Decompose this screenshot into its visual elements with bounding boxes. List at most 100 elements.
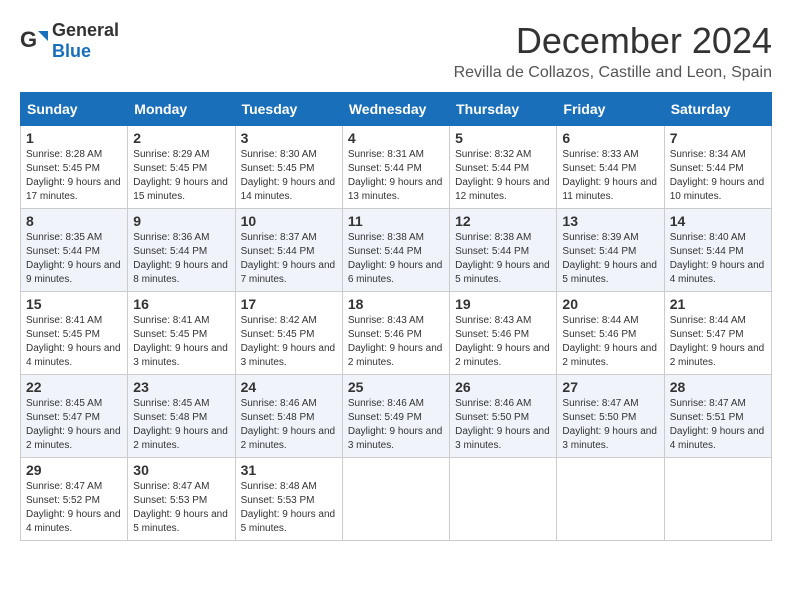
day-info: Sunrise: 8:33 AMSunset: 5:44 PMDaylight:… [562, 149, 657, 202]
calendar-cell: 14 Sunrise: 8:40 AMSunset: 5:44 PMDayligh… [664, 209, 771, 292]
day-number: 6 [562, 130, 658, 146]
logo-icon: G [20, 27, 48, 55]
day-info: Sunrise: 8:37 AMSunset: 5:44 PMDaylight:… [241, 232, 336, 285]
day-info: Sunrise: 8:34 AMSunset: 5:44 PMDaylight:… [670, 149, 765, 202]
calendar-week-row: 8 Sunrise: 8:35 AMSunset: 5:44 PMDaylight… [21, 209, 772, 292]
calendar-table: SundayMondayTuesdayWednesdayThursdayFrid… [20, 92, 772, 541]
calendar-cell: 15 Sunrise: 8:41 AMSunset: 5:45 PMDayligh… [21, 292, 128, 375]
calendar-cell: 26 Sunrise: 8:46 AMSunset: 5:50 PMDayligh… [450, 375, 557, 458]
calendar-cell [557, 458, 664, 541]
calendar-cell: 7Sunrise: 8:34 AMSunset: 5:44 PMDaylight… [664, 126, 771, 209]
day-info: Sunrise: 8:41 AMSunset: 5:45 PMDaylight:… [26, 315, 121, 368]
header-thursday: Thursday [450, 93, 557, 126]
day-info: Sunrise: 8:45 AMSunset: 5:47 PMDaylight:… [26, 398, 121, 451]
day-info: Sunrise: 8:32 AMSunset: 5:44 PMDaylight:… [455, 149, 550, 202]
day-number: 14 [670, 213, 766, 229]
day-number: 30 [133, 462, 229, 478]
day-number: 24 [241, 379, 337, 395]
calendar-cell: 8 Sunrise: 8:35 AMSunset: 5:44 PMDaylight… [21, 209, 128, 292]
day-info: Sunrise: 8:31 AMSunset: 5:44 PMDaylight:… [348, 149, 443, 202]
day-number: 11 [348, 213, 444, 229]
day-info: Sunrise: 8:36 AMSunset: 5:44 PMDaylight:… [133, 232, 228, 285]
day-info: Sunrise: 8:30 AMSunset: 5:45 PMDaylight:… [241, 149, 336, 202]
calendar-cell: 9 Sunrise: 8:36 AMSunset: 5:44 PMDaylight… [128, 209, 235, 292]
day-number: 19 [455, 296, 551, 312]
calendar-cell: 10 Sunrise: 8:37 AMSunset: 5:44 PMDayligh… [235, 209, 342, 292]
day-info: Sunrise: 8:45 AMSunset: 5:48 PMDaylight:… [133, 398, 228, 451]
day-info: Sunrise: 8:28 AMSunset: 5:45 PMDaylight:… [26, 149, 121, 202]
day-number: 18 [348, 296, 444, 312]
logo: G General Blue [20, 20, 119, 62]
calendar-cell: 21 Sunrise: 8:44 AMSunset: 5:47 PMDayligh… [664, 292, 771, 375]
day-number: 17 [241, 296, 337, 312]
header-sunday: Sunday [21, 93, 128, 126]
header-tuesday: Tuesday [235, 93, 342, 126]
header: G General Blue December 2024 Revilla de … [20, 20, 772, 82]
day-info: Sunrise: 8:46 AMSunset: 5:49 PMDaylight:… [348, 398, 443, 451]
calendar-cell: 22 Sunrise: 8:45 AMSunset: 5:47 PMDayligh… [21, 375, 128, 458]
calendar-cell [450, 458, 557, 541]
day-info: Sunrise: 8:38 AMSunset: 5:44 PMDaylight:… [348, 232, 443, 285]
calendar-cell: 13Sunrise: 8:39 AMSunset: 5:44 PMDayligh… [557, 209, 664, 292]
calendar-cell [664, 458, 771, 541]
day-number: 2 [133, 130, 229, 146]
day-info: Sunrise: 8:43 AMSunset: 5:46 PMDaylight:… [455, 315, 550, 368]
calendar-cell: 4 Sunrise: 8:31 AMSunset: 5:44 PMDaylight… [342, 126, 449, 209]
calendar-cell [342, 458, 449, 541]
day-info: Sunrise: 8:43 AMSunset: 5:46 PMDaylight:… [348, 315, 443, 368]
day-info: Sunrise: 8:44 AMSunset: 5:47 PMDaylight:… [670, 315, 765, 368]
day-info: Sunrise: 8:41 AMSunset: 5:45 PMDaylight:… [133, 315, 228, 368]
day-number: 25 [348, 379, 444, 395]
day-number: 13 [562, 213, 658, 229]
day-number: 27 [562, 379, 658, 395]
day-number: 29 [26, 462, 122, 478]
logo-wordmark: General Blue [52, 20, 119, 62]
day-number: 1 [26, 130, 122, 146]
day-number: 5 [455, 130, 551, 146]
day-info: Sunrise: 8:47 AMSunset: 5:53 PMDaylight:… [133, 481, 228, 534]
calendar-cell: 19 Sunrise: 8:43 AMSunset: 5:46 PMDayligh… [450, 292, 557, 375]
header-saturday: Saturday [664, 93, 771, 126]
day-number: 23 [133, 379, 229, 395]
location-subtitle: Revilla de Collazos, Castille and Leon, … [454, 64, 772, 82]
calendar-week-row: 1 Sunrise: 8:28 AMSunset: 5:45 PMDaylight… [21, 126, 772, 209]
calendar-cell: 29Sunrise: 8:47 AMSunset: 5:52 PMDayligh… [21, 458, 128, 541]
day-info: Sunrise: 8:46 AMSunset: 5:48 PMDaylight:… [241, 398, 336, 451]
day-info: Sunrise: 8:47 AMSunset: 5:51 PMDaylight:… [670, 398, 765, 451]
header-wednesday: Wednesday [342, 93, 449, 126]
day-number: 20 [562, 296, 658, 312]
day-info: Sunrise: 8:47 AMSunset: 5:50 PMDaylight:… [562, 398, 657, 451]
day-number: 26 [455, 379, 551, 395]
calendar-cell: 17 Sunrise: 8:42 AMSunset: 5:45 PMDayligh… [235, 292, 342, 375]
calendar-header-row: SundayMondayTuesdayWednesdayThursdayFrid… [21, 93, 772, 126]
calendar-cell: 20 Sunrise: 8:44 AMSunset: 5:46 PMDayligh… [557, 292, 664, 375]
day-info: Sunrise: 8:46 AMSunset: 5:50 PMDaylight:… [455, 398, 550, 451]
day-info: Sunrise: 8:35 AMSunset: 5:44 PMDaylight:… [26, 232, 121, 285]
header-friday: Friday [557, 93, 664, 126]
calendar-cell: 6 Sunrise: 8:33 AMSunset: 5:44 PMDaylight… [557, 126, 664, 209]
day-number: 8 [26, 213, 122, 229]
day-number: 22 [26, 379, 122, 395]
day-number: 16 [133, 296, 229, 312]
day-number: 4 [348, 130, 444, 146]
calendar-cell: 23 Sunrise: 8:45 AMSunset: 5:48 PMDayligh… [128, 375, 235, 458]
day-number: 12 [455, 213, 551, 229]
title-section: December 2024 Revilla de Collazos, Casti… [454, 20, 772, 82]
day-number: 15 [26, 296, 122, 312]
day-number: 3 [241, 130, 337, 146]
calendar-week-row: 15 Sunrise: 8:41 AMSunset: 5:45 PMDayligh… [21, 292, 772, 375]
logo-general: General [52, 20, 119, 40]
calendar-cell: 30 Sunrise: 8:47 AMSunset: 5:53 PMDayligh… [128, 458, 235, 541]
calendar-cell: 31Sunrise: 8:48 AMSunset: 5:53 PMDayligh… [235, 458, 342, 541]
day-info: Sunrise: 8:44 AMSunset: 5:46 PMDaylight:… [562, 315, 657, 368]
day-info: Sunrise: 8:48 AMSunset: 5:53 PMDaylight:… [241, 481, 336, 534]
logo-blue: Blue [52, 41, 91, 61]
day-number: 10 [241, 213, 337, 229]
day-number: 21 [670, 296, 766, 312]
day-number: 9 [133, 213, 229, 229]
day-info: Sunrise: 8:42 AMSunset: 5:45 PMDaylight:… [241, 315, 336, 368]
calendar-cell: 25 Sunrise: 8:46 AMSunset: 5:49 PMDayligh… [342, 375, 449, 458]
day-info: Sunrise: 8:40 AMSunset: 5:44 PMDaylight:… [670, 232, 765, 285]
calendar-cell: 5 Sunrise: 8:32 AMSunset: 5:44 PMDaylight… [450, 126, 557, 209]
calendar-week-row: 22 Sunrise: 8:45 AMSunset: 5:47 PMDayligh… [21, 375, 772, 458]
